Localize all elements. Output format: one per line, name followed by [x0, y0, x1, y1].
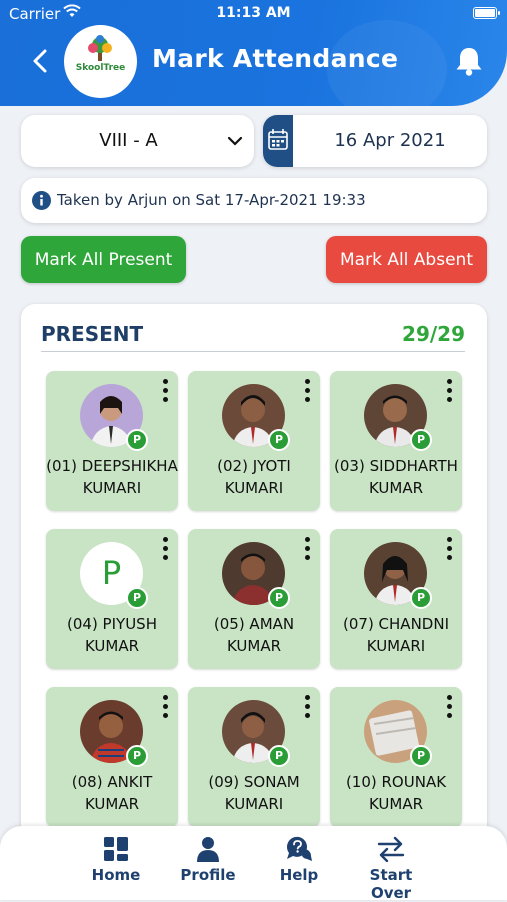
nav-profile[interactable]: Profile [180, 836, 236, 884]
student-card[interactable]: P (02) JYOTI KUMARI [188, 371, 320, 511]
grid-icon [104, 837, 128, 861]
present-badge: P [126, 745, 148, 767]
more-options-icon[interactable] [163, 379, 169, 405]
present-count: 29/29 [402, 322, 465, 346]
student-card[interactable]: P (10) ROUNAK KUMAR [330, 687, 462, 827]
student-card[interactable]: P (05) AMAN KUMAR [188, 529, 320, 669]
student-card[interactable]: P (09) SONAM KUMARI [188, 687, 320, 827]
student-name: (10) ROUNAK KUMAR [345, 773, 447, 813]
section-title: PRESENT [41, 322, 144, 346]
student-card[interactable]: P P (04) PIYUSH KUMAR [46, 529, 178, 669]
bell-icon[interactable] [452, 44, 486, 78]
help-chat-icon [286, 836, 312, 861]
calendar-icon [263, 115, 293, 167]
more-options-icon[interactable] [163, 695, 169, 721]
nav-start-over-label: Start Over [369, 866, 413, 902]
attendance-info-banner: Taken by Arjun on Sat 17-Apr-2021 19:33 [21, 178, 487, 223]
bottom-navigation: Home Profile Help Start Over [0, 826, 507, 902]
person-icon [197, 837, 219, 862]
swap-arrows-icon [377, 836, 405, 862]
school-logo: SkoolTree [64, 25, 137, 98]
present-badge: P [126, 587, 148, 609]
more-options-icon[interactable] [305, 379, 311, 405]
student-name: (05) AMAN KUMAR [213, 615, 295, 655]
nav-home-label: Home [91, 866, 141, 884]
student-name: (08) ANKIT KUMAR [71, 773, 153, 813]
present-badge: P [268, 745, 290, 767]
section-divider [41, 351, 465, 352]
student-card[interactable]: P (08) ANKIT KUMAR [46, 687, 178, 827]
more-options-icon[interactable] [447, 695, 453, 721]
student-name: (07) CHANDNI KUMARI [343, 615, 449, 655]
present-badge: P [268, 429, 290, 451]
page-title: Mark Attendance [152, 44, 399, 73]
student-name: (03) SIDDHARTH KUMAR [334, 457, 458, 497]
more-options-icon[interactable] [305, 695, 311, 721]
student-name: (04) PIYUSH KUMAR [67, 615, 157, 655]
nav-help-label: Help [279, 866, 319, 884]
more-options-icon[interactable] [447, 379, 453, 405]
info-text: Taken by Arjun on Sat 17-Apr-2021 19:33 [57, 191, 366, 209]
status-bar: Carrier 11:13 AM [0, 0, 507, 28]
class-dropdown[interactable]: VIII - A [21, 115, 254, 167]
present-students-panel: PRESENT 29/29 P (01) DEEPSHIKHA KUMARI P … [21, 304, 487, 844]
present-badge: P [126, 429, 148, 451]
date-picker[interactable]: 16 Apr 2021 [263, 115, 487, 167]
student-name: (09) SONAM KUMARI [208, 773, 300, 813]
student-name: (02) JYOTI KUMARI [217, 457, 291, 497]
nav-profile-label: Profile [180, 866, 236, 884]
mark-all-absent-button[interactable]: Mark All Absent [326, 236, 487, 283]
student-card[interactable]: P (01) DEEPSHIKHA KUMARI [46, 371, 178, 511]
nav-home[interactable]: Home [90, 836, 142, 884]
logo-text: SkoolTree [75, 63, 126, 73]
more-options-icon[interactable] [305, 537, 311, 563]
present-badge: P [410, 429, 432, 451]
nav-help[interactable]: Help [278, 836, 320, 884]
present-badge: P [268, 587, 290, 609]
date-value: 16 Apr 2021 [334, 130, 446, 151]
more-options-icon[interactable] [447, 537, 453, 563]
battery-icon [473, 7, 500, 19]
student-card[interactable]: P (07) CHANDNI KUMARI [330, 529, 462, 669]
chevron-down-icon [227, 136, 243, 146]
back-arrow-icon[interactable] [26, 46, 56, 76]
present-badge: P [410, 587, 432, 609]
tree-logo-icon [88, 35, 112, 61]
mark-all-present-button[interactable]: Mark All Present [21, 236, 186, 283]
present-badge: P [410, 745, 432, 767]
status-time: 11:13 AM [216, 5, 291, 21]
class-value: VIII - A [99, 130, 158, 151]
student-name: (01) DEEPSHIKHA KUMARI [46, 457, 178, 497]
nav-start-over[interactable]: Start Over [351, 836, 431, 902]
info-icon [32, 191, 51, 210]
app-header: Carrier 11:13 AM SkoolTree Mark Attendan… [0, 0, 507, 106]
student-card[interactable]: P (03) SIDDHARTH KUMAR [330, 371, 462, 511]
more-options-icon[interactable] [163, 537, 169, 563]
